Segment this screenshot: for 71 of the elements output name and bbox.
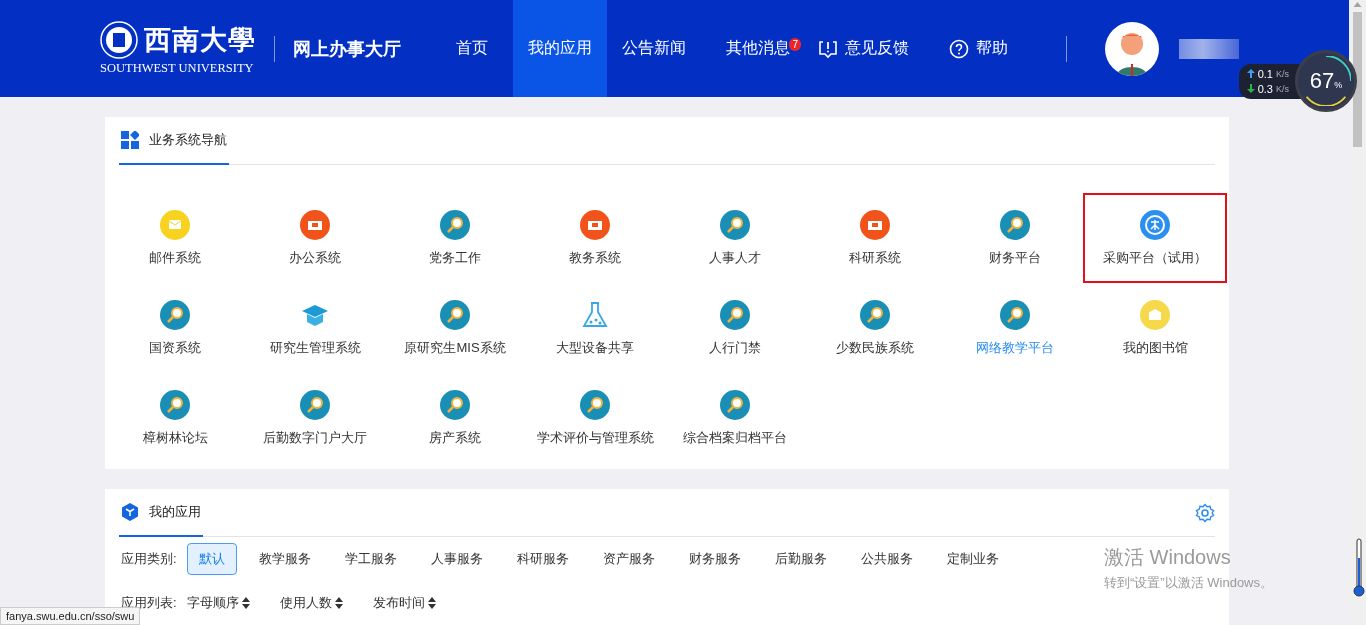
flask-icon	[580, 299, 610, 330]
sort-icon	[241, 597, 250, 609]
magnifier-icon	[440, 299, 470, 330]
speed-unit: K/s	[1276, 83, 1289, 94]
sort-button[interactable]: 字母顺序	[186, 594, 250, 612]
sort-icon	[427, 597, 436, 609]
briefcase-icon	[860, 209, 890, 240]
upload-speed: 0.1	[1257, 67, 1273, 80]
sort-button[interactable]: 发布时间	[372, 594, 436, 612]
nav-tab[interactable]: 公告新闻	[607, 0, 701, 97]
briefcase-icon	[580, 209, 610, 240]
logo-name: 西南大學	[144, 23, 256, 57]
magnifier-icon	[720, 299, 750, 330]
magnifier-icon	[440, 389, 470, 420]
grid-icon	[121, 130, 139, 149]
category-tab[interactable]: 资产服务	[590, 543, 667, 575]
magnifier-icon	[580, 389, 610, 420]
magnifier-icon	[860, 299, 890, 330]
magnifier-icon	[1000, 299, 1030, 330]
help-button[interactable]: 帮助	[949, 38, 1008, 59]
scrollbar-thumb[interactable]	[1353, 12, 1362, 147]
site-title: 网上办事大厅	[293, 37, 401, 61]
envelope-icon	[160, 209, 190, 240]
section-tab[interactable]: 我的应用	[119, 488, 203, 537]
emblem-icon	[100, 21, 138, 59]
nav-tab[interactable]: 我的应用	[513, 0, 607, 97]
building-icon	[1140, 299, 1170, 330]
category-tab[interactable]: 财务服务	[676, 543, 753, 575]
sort-button[interactable]: 使用人数	[279, 594, 343, 612]
magnifier-icon	[1000, 209, 1030, 240]
help-icon	[949, 38, 969, 59]
system-link[interactable]: 采购平台（试用）	[1083, 193, 1227, 283]
scrollbar[interactable]	[1349, 0, 1366, 625]
category-tab[interactable]: 后勤服务	[762, 543, 839, 575]
cube-icon	[121, 502, 139, 521]
nav-tab[interactable]: 首页	[441, 0, 503, 97]
avatar[interactable]	[1105, 21, 1159, 76]
sort-icon	[334, 597, 343, 609]
section-tab[interactable]: 业务系统导航	[119, 116, 229, 165]
activation-text: 转到“设置”以激活 Windows。	[1104, 574, 1273, 592]
usage-percent: 67	[1309, 68, 1335, 94]
category-tab[interactable]: 学工服务	[332, 543, 409, 575]
magnifier-icon	[720, 209, 750, 240]
badge-icon	[1140, 209, 1170, 240]
category-tab[interactable]: 教学服务	[246, 543, 323, 575]
status-url: fanya.swu.edu.cn/sso/swu	[0, 607, 141, 625]
count-badge: 7	[789, 38, 801, 51]
download-speed: 0.3	[1257, 82, 1273, 95]
magnifier-icon	[160, 389, 190, 420]
thermometer-icon	[1353, 538, 1365, 598]
category-label: 应用类别:	[121, 550, 177, 568]
upload-arrow-icon	[1246, 69, 1255, 78]
download-arrow-icon	[1246, 84, 1255, 93]
feedback-button[interactable]: 意见反馈	[818, 38, 909, 59]
percent-unit: %	[1334, 80, 1343, 90]
category-tab[interactable]: 公共服务	[848, 543, 925, 575]
category-tab[interactable]: 默认	[186, 543, 237, 575]
category-tab[interactable]: 定制业务	[934, 543, 1011, 575]
speed-unit: K/s	[1276, 68, 1289, 79]
magnifier-icon	[300, 389, 330, 420]
category-tab[interactable]: 人事服务	[418, 543, 495, 575]
magnifier-icon	[440, 209, 470, 240]
blurred-name	[1179, 38, 1239, 59]
feedback-icon	[818, 38, 838, 59]
briefcase-icon	[300, 209, 330, 240]
category-tab[interactable]: 科研服务	[504, 543, 581, 575]
activation-title: 激活 Windows	[1104, 545, 1232, 570]
settings-icon[interactable]	[1195, 502, 1215, 523]
magnifier-icon	[160, 299, 190, 330]
logo-subtitle: SOUTHWEST UNIVERSITY	[100, 61, 255, 76]
magnifier-icon	[720, 389, 750, 420]
